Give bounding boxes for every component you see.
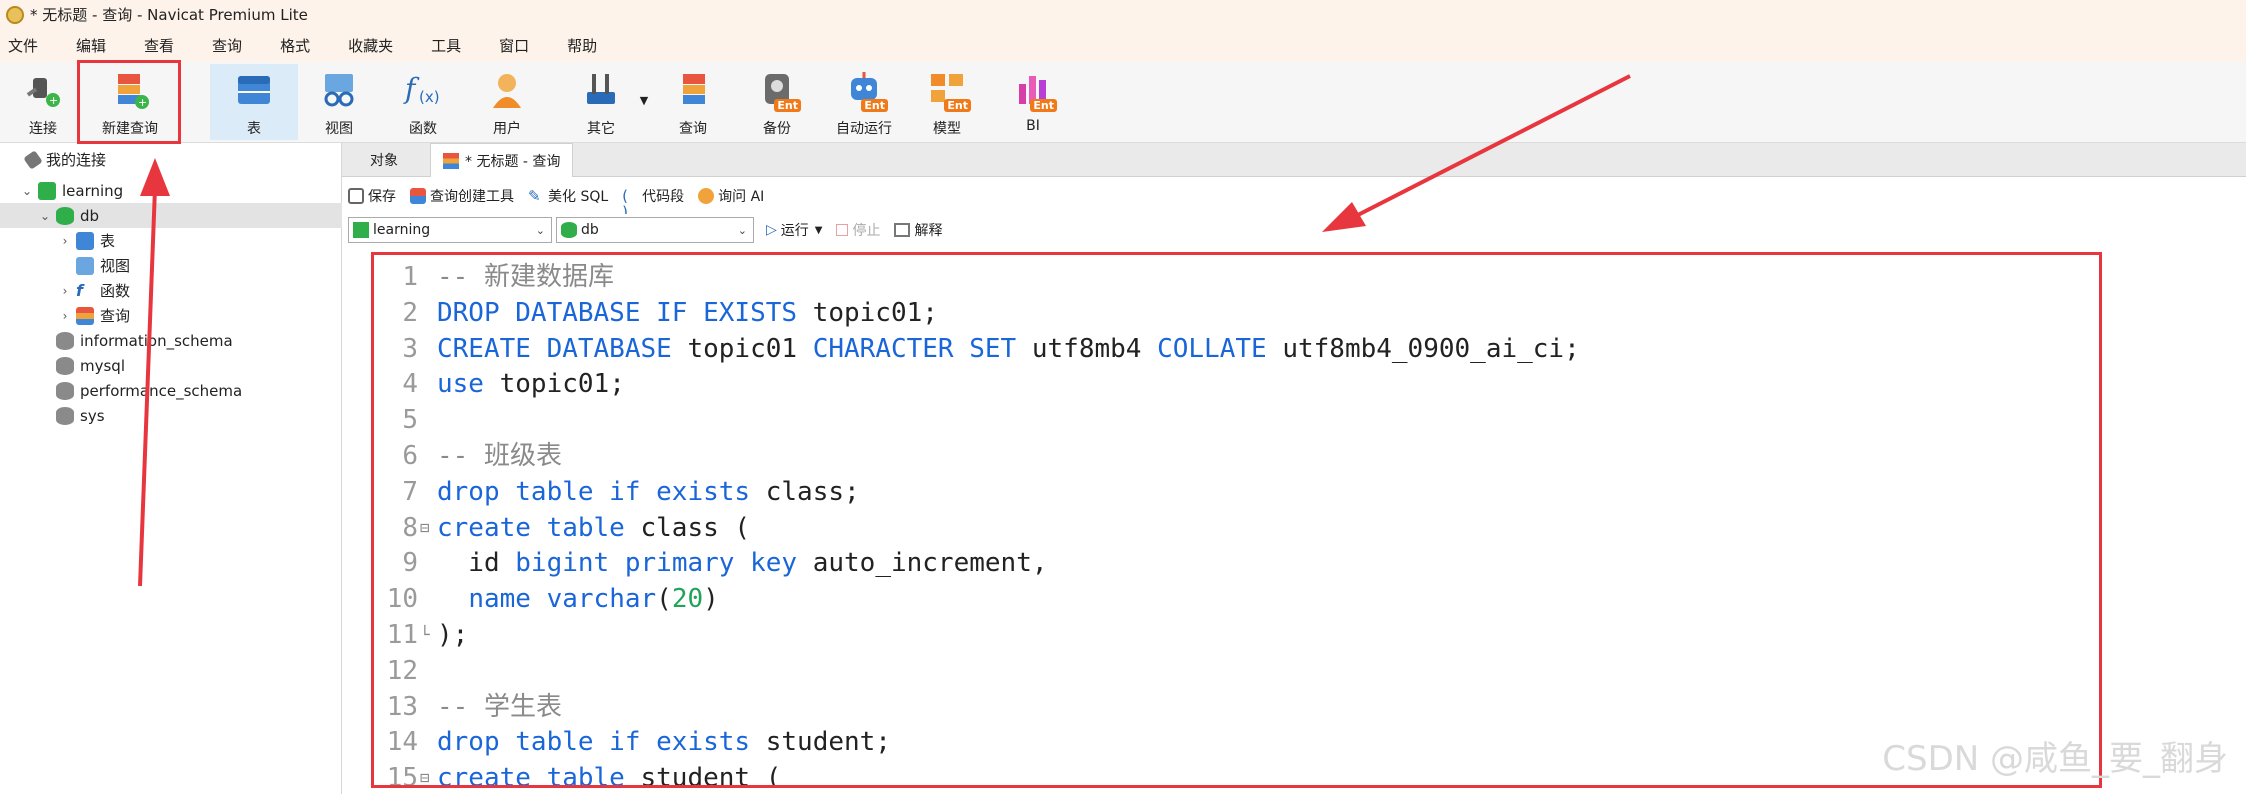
csdn-watermark: CSDN @咸鱼_要_翻身 [1882,739,2228,779]
navicat-window: * 无标题 - 查询 - Navicat Premium Lite 文件 编辑 … [0,0,2246,794]
annotation-arrow-diagonal [1351,74,1631,220]
arrow-head-icon [1322,202,1366,232]
arrow-head-icon [140,158,170,196]
annotation-arrow-up [138,187,157,587]
annotation-arrows [138,74,1631,587]
